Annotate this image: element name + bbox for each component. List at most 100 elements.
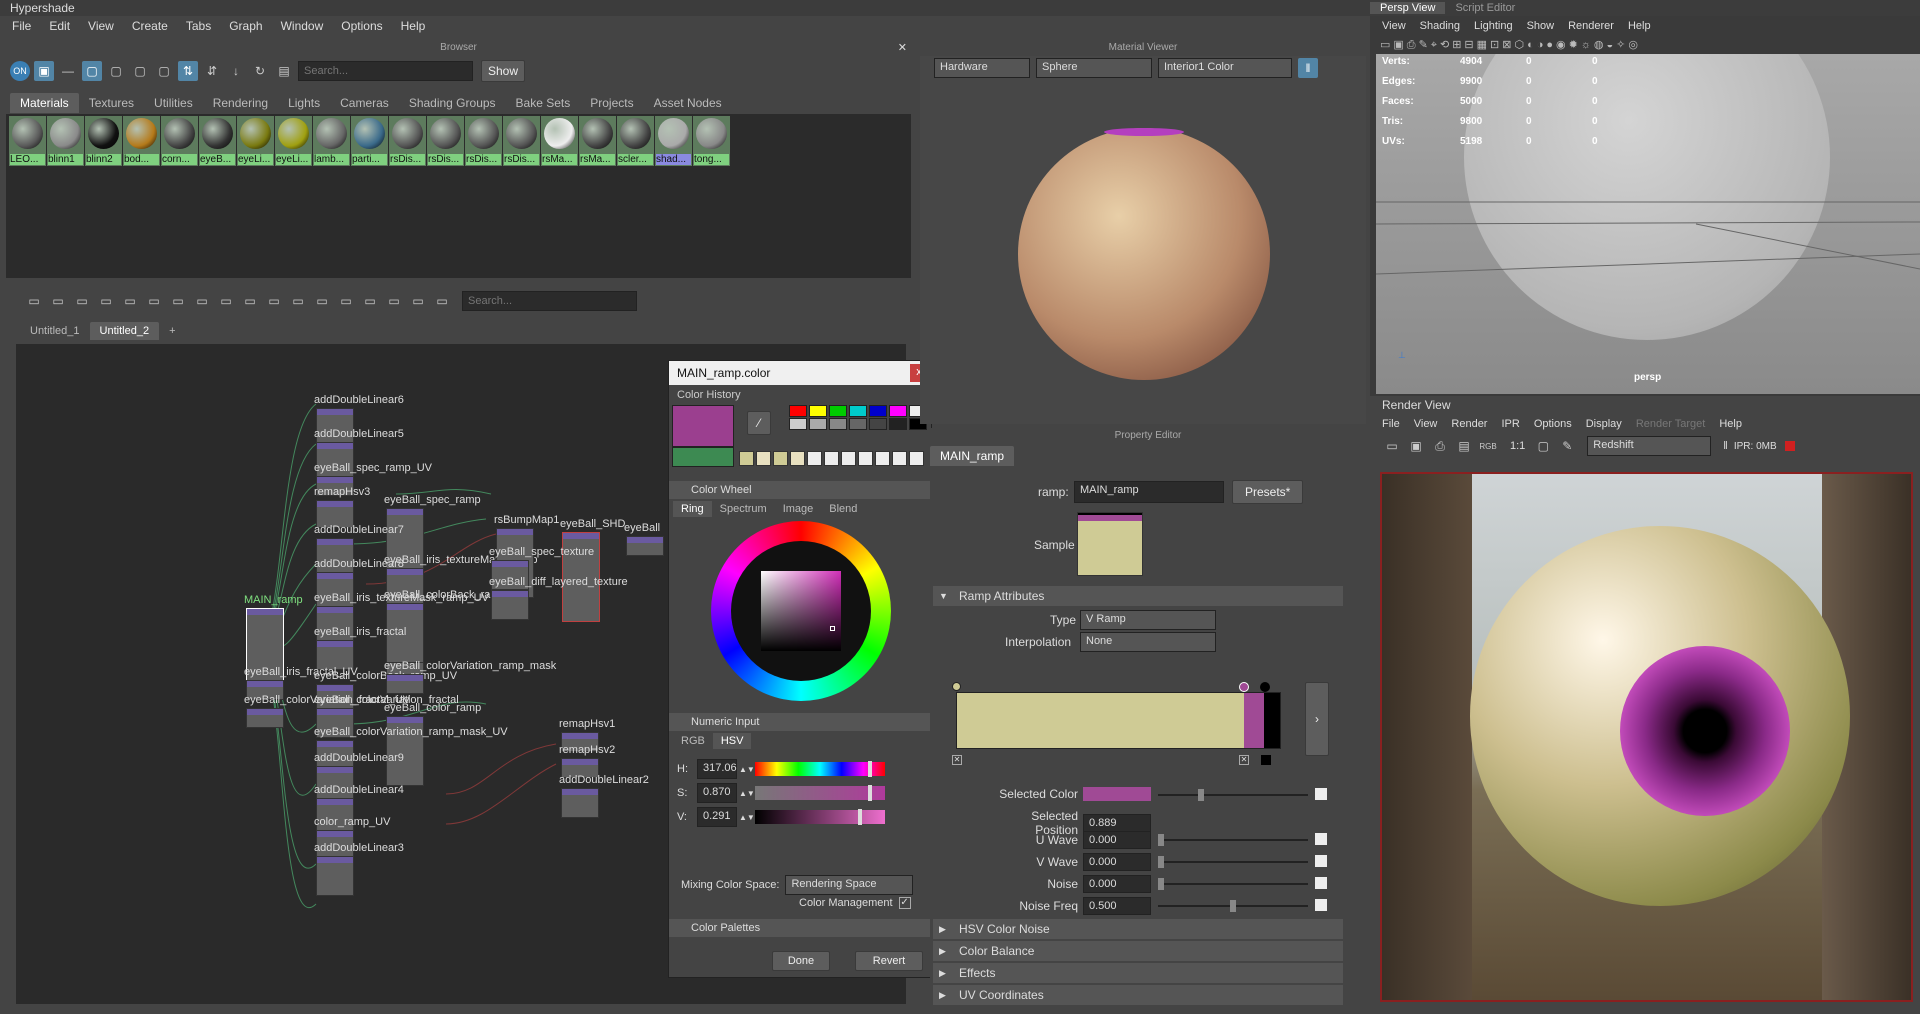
bookmark-icon[interactable]: ▭ — [408, 291, 428, 311]
rgb-icon[interactable]: RGB — [1478, 436, 1498, 456]
graph-tab-0[interactable]: Untitled_1 — [20, 322, 90, 340]
grid-toggle-icon[interactable]: ▭ — [360, 291, 380, 311]
s-stepper-icon[interactable]: ▲▼ — [739, 789, 755, 798]
material-swatch[interactable]: eyeB... — [199, 116, 236, 166]
environment-select[interactable]: Interior1 Color — [1158, 58, 1292, 78]
material-swatch[interactable]: eyeLi... — [275, 116, 312, 166]
material-swatch[interactable]: rsDis... — [465, 116, 502, 166]
section-effects[interactable]: Effects — [933, 963, 1343, 983]
graph-node[interactable] — [246, 708, 284, 728]
pause-icon[interactable]: ‖ — [1298, 58, 1318, 78]
pause-render-icon[interactable]: ‖ — [1723, 440, 1728, 452]
material-swatch[interactable]: blinn1 — [47, 116, 84, 166]
palette-swatch[interactable] — [829, 405, 847, 417]
large-icon-view-icon[interactable]: ▢ — [154, 61, 174, 81]
wheel-tab-spectrum[interactable]: Spectrum — [712, 501, 775, 517]
material-swatch[interactable]: tong... — [693, 116, 730, 166]
search-icon[interactable]: ▭ — [336, 291, 356, 311]
wheel-tab-image[interactable]: Image — [775, 501, 822, 517]
wheel-tab-blend[interactable]: Blend — [821, 501, 865, 517]
noise-map-icon[interactable] — [1315, 877, 1327, 889]
history-swatch[interactable] — [858, 451, 873, 466]
palette-swatch[interactable] — [809, 418, 827, 430]
graph-node[interactable] — [316, 856, 354, 896]
color-palettes-header[interactable]: Color Palettes — [669, 919, 931, 937]
presets-button[interactable]: Presets* — [1232, 480, 1304, 504]
render-menu-render-target[interactable]: Render Target — [1636, 418, 1706, 430]
eyedropper-icon[interactable]: ⁄ — [747, 411, 771, 435]
selected-color-slider[interactable] — [1158, 789, 1308, 801]
u-wave-input[interactable]: 0.000 — [1083, 831, 1151, 849]
ramp-delete-marker-selected-icon[interactable]: ✕ — [1239, 755, 1249, 765]
ramp-position-marker-selected[interactable] — [1239, 682, 1249, 692]
node-tab-main-ramp[interactable]: MAIN_ramp — [930, 446, 1015, 466]
renderer-select[interactable]: Hardware — [934, 58, 1030, 78]
noise-freq-map-icon[interactable] — [1315, 899, 1327, 911]
filter-icon[interactable]: ▤ — [274, 61, 294, 81]
persp-menu-view[interactable]: View — [1382, 20, 1406, 32]
sort-time-icon[interactable]: ↓ — [226, 61, 246, 81]
palette-swatch[interactable] — [849, 405, 867, 417]
persp-menu-shading[interactable]: Shading — [1420, 20, 1460, 32]
render-region-icon[interactable]: ▣ — [1406, 436, 1426, 456]
numeric-tab-rgb[interactable]: RGB — [673, 733, 713, 749]
type-select[interactable]: V Ramp — [1080, 610, 1216, 630]
render-menu-options[interactable]: Options — [1534, 418, 1572, 430]
render-menu-render[interactable]: Render — [1451, 418, 1487, 430]
browser-tab-projects[interactable]: Projects — [580, 93, 643, 113]
material-swatch[interactable]: bod... — [123, 116, 160, 166]
ramp-marker-right-icon[interactable] — [1261, 755, 1271, 765]
material-swatch[interactable]: shad... — [655, 116, 692, 166]
menu-tabs[interactable]: Tabs — [186, 19, 211, 33]
render-menu-file[interactable]: File — [1382, 418, 1400, 430]
graph-node[interactable] — [491, 590, 529, 620]
frame-selected-icon[interactable]: ▭ — [48, 291, 68, 311]
browser-tab-materials[interactable]: Materials — [10, 93, 79, 113]
render-menu-help[interactable]: Help — [1719, 418, 1742, 430]
noise-input[interactable]: 0.000 — [1083, 875, 1151, 893]
menu-help[interactable]: Help — [401, 19, 426, 33]
color-wheel-header[interactable]: Color Wheel — [669, 481, 931, 499]
frame-all-icon[interactable]: ▭ — [24, 291, 44, 311]
mixing-color-space-select[interactable]: Rendering Space — [785, 875, 914, 895]
history-swatch[interactable] — [790, 451, 805, 466]
clear-graph-icon[interactable]: ▭ — [168, 291, 188, 311]
v-input[interactable]: 0.291 — [697, 807, 737, 827]
history-swatch[interactable] — [909, 451, 924, 466]
medium-icon-view-icon[interactable]: ▢ — [130, 61, 150, 81]
icon-view-icon[interactable]: ▢ — [82, 61, 102, 81]
browser-search-input[interactable] — [298, 61, 473, 81]
menu-window[interactable]: Window — [281, 19, 324, 33]
menu-create[interactable]: Create — [132, 19, 168, 33]
previous-color-swatch[interactable] — [672, 447, 734, 467]
graph-search-input[interactable] — [462, 291, 637, 311]
palette-swatch[interactable] — [869, 418, 887, 430]
history-swatch[interactable] — [824, 451, 839, 466]
menu-graph[interactable]: Graph — [229, 19, 262, 33]
graph-network-icon[interactable]: ▭ — [144, 291, 164, 311]
persp-tab-0[interactable]: Persp View — [1370, 2, 1446, 14]
palette-swatch[interactable] — [889, 418, 907, 430]
remove-selected-icon[interactable]: ▭ — [192, 291, 212, 311]
palette-swatch[interactable] — [789, 418, 807, 430]
material-swatch[interactable]: eyeLi... — [237, 116, 274, 166]
browser-tab-asset-nodes[interactable]: Asset Nodes — [644, 93, 732, 113]
ipr-icon[interactable]: ▤ — [1454, 436, 1474, 456]
persp-viewport[interactable]: Verts: 4904 0 0 Edges: 9900 0 0 Faces: 5000 0 0 Tris… — [1376, 54, 1920, 394]
history-swatch[interactable] — [739, 451, 754, 466]
graph-materials-icon[interactable]: ▭ — [72, 291, 92, 311]
v-wave-map-icon[interactable] — [1315, 855, 1327, 867]
ramp-position-marker-right[interactable] — [1260, 682, 1270, 692]
render-icon[interactable]: ▭ — [1382, 436, 1402, 456]
sort-type-icon[interactable]: ⇵ — [202, 61, 222, 81]
sort-az-icon[interactable]: ⇅ — [178, 61, 198, 81]
history-swatch[interactable] — [756, 451, 771, 466]
browser-tab-cameras[interactable]: Cameras — [330, 93, 399, 113]
v-slider[interactable] — [755, 809, 885, 825]
render-menu-display[interactable]: Display — [1586, 418, 1622, 430]
v-wave-input[interactable]: 0.000 — [1083, 853, 1151, 871]
menu-options[interactable]: Options — [341, 19, 382, 33]
graph-node[interactable] — [386, 674, 424, 694]
history-swatch[interactable] — [875, 451, 890, 466]
ramp-position-marker-left[interactable] — [952, 682, 961, 691]
